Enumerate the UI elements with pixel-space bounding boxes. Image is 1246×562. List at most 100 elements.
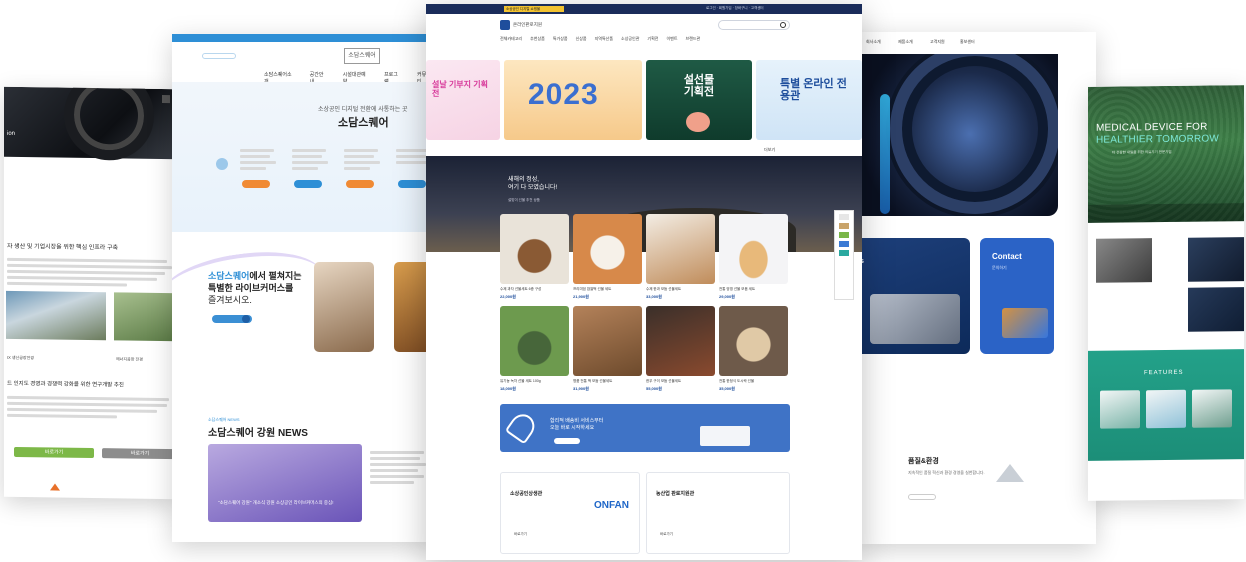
- news-image[interactable]: [208, 444, 362, 522]
- quick-side-menu[interactable]: [834, 210, 854, 300]
- gnb-item[interactable]: 지역특산품: [595, 36, 613, 42]
- hero-subtitle: 더 건강한 내일을 위한 의료기기 전문기업: [1112, 149, 1172, 155]
- tile-image[interactable]: [1188, 287, 1244, 332]
- nav-item[interactable]: 제품소개: [898, 39, 913, 45]
- contact-illustration: [1002, 308, 1048, 338]
- shop-box-right[interactable]: [646, 472, 790, 554]
- news-list: [370, 448, 430, 487]
- contact-card[interactable]: Contact 문의하기: [980, 238, 1054, 354]
- tile-image[interactable]: [1096, 238, 1152, 283]
- shop-box-left[interactable]: [500, 472, 640, 554]
- box-link[interactable]: 바로가기: [514, 532, 527, 537]
- apply-button[interactable]: [242, 180, 270, 188]
- live-card-image[interactable]: [314, 262, 374, 352]
- product-image[interactable]: [646, 306, 715, 376]
- gnb-item[interactable]: 이벤트: [666, 36, 677, 42]
- quality-text: 지속적인 품질 혁신과 환경 경영을 실천합니다.: [908, 470, 985, 475]
- product-image[interactable]: [573, 306, 642, 376]
- news-subtitle: 소담스퀘어 NEWS: [208, 417, 240, 422]
- banner-gift[interactable]: 설선물 기획전: [646, 60, 752, 140]
- promo-banner[interactable]: 합리적 배송비 서비스부터 오늘 바로 시작하세요: [500, 404, 790, 452]
- search-icon[interactable]: [780, 22, 786, 28]
- banner-seollal[interactable]: 설날 기부지 기획전: [426, 60, 500, 140]
- hero-title-line2: HEALTHIER TOMORROW: [1096, 133, 1220, 146]
- product-image[interactable]: [719, 214, 788, 284]
- feature-card[interactable]: [1100, 390, 1140, 429]
- onfan-logo: ONFAN: [594, 500, 629, 511]
- hero-night-sky: [426, 156, 862, 252]
- gnb-item[interactable]: 브랜드관: [686, 36, 701, 42]
- product-image[interactable]: [500, 214, 569, 284]
- apply-button[interactable]: [398, 180, 426, 188]
- rocket-icon: [504, 409, 540, 445]
- menu-icon[interactable]: [162, 94, 170, 104]
- banner-more-link[interactable]: 더보기: [764, 147, 775, 153]
- live-commerce-title: 소담스퀘어에서 펼쳐지는 특별한 라이브커머스를 즐겨보시오.: [208, 270, 318, 306]
- gnb-item[interactable]: 전체카테고리: [500, 36, 522, 42]
- apply-button[interactable]: [346, 180, 374, 188]
- section-title: 자 생산 및 기업시장을 위한 핵심 인프라 구축: [7, 243, 119, 252]
- banner-text: 특별 온라인 전용관: [780, 78, 847, 102]
- logo[interactable]: 소담스퀘어: [344, 48, 380, 64]
- arrow-up-icon[interactable]: [50, 483, 60, 491]
- product-image[interactable]: [500, 306, 569, 376]
- banner-online[interactable]: 특별 온라인 전용관: [756, 60, 862, 140]
- section-title: 드 인지도 경영과 경쟁력 강화를 위한 연구개발 추진: [7, 380, 124, 389]
- gnb-item[interactable]: 소상공인관: [621, 36, 639, 42]
- hero-name: ion: [7, 130, 16, 137]
- banner-2023[interactable]: 2023: [504, 60, 642, 140]
- mockup-automotive: 회사소개 제품소개 고객지원 홍보센터 s Contact 문의하기 품질&환경…: [860, 32, 1096, 544]
- product-caption: 명품 전통 떡 모둠 선물세트: [573, 379, 613, 383]
- slider-dot[interactable]: [216, 158, 228, 170]
- product-card[interactable]: s: [860, 238, 970, 354]
- banner-text: 2023: [528, 78, 599, 111]
- hero-subtitle: 소상공인 디지털 전환에 사통하는 곳: [318, 107, 408, 113]
- shop-logo[interactable]: 온라인판로지원: [500, 20, 542, 30]
- mountain-icon: [996, 464, 1024, 482]
- program-column: [240, 146, 282, 173]
- util-links[interactable]: 로그인 · 회원가입 · 장바구니 · 고객센터: [706, 6, 764, 11]
- section-paragraph: [7, 255, 172, 290]
- feature-card[interactable]: [1192, 389, 1232, 428]
- news-caption: "소담스퀘어 강원" 개소식 강원 소상공인 라이브커머스의 중심!: [218, 500, 334, 505]
- promo-text-line2: 오늘 바로 시작하세요: [550, 425, 595, 431]
- promo-text: 합리적 배송비 서비스부터 오늘 바로 시작하세요: [550, 418, 603, 432]
- util-badge[interactable]: 소상공인 디지털 쇼핑몰: [504, 6, 564, 12]
- gnb-item[interactable]: 기획전: [647, 36, 658, 42]
- live-commerce-title-brand: 소담스퀘어: [208, 271, 250, 281]
- hero-subtitle: 설맞이 선물 추천 상품: [508, 198, 540, 202]
- gray-button[interactable]: 바로가기: [102, 448, 178, 460]
- contact-subtitle: 문의하기: [992, 265, 1007, 270]
- nav-item[interactable]: 고객지원: [930, 39, 945, 45]
- promo-text-line1: 합리적 배송비 서비스부터: [550, 418, 604, 424]
- mockup-sodam-square: 소담스퀘어 소담스퀘어소개 공간안내 시설대관예약 프로그램 커뮤니티 소상공인…: [172, 34, 434, 542]
- arrow-right-icon[interactable]: [242, 315, 250, 323]
- green-button[interactable]: 바로가기: [14, 446, 94, 459]
- feature-card[interactable]: [1146, 389, 1186, 429]
- tile-image[interactable]: [1188, 237, 1244, 282]
- gnb-item[interactable]: 신상품: [576, 36, 587, 42]
- hero-nav-bar[interactable]: [1088, 203, 1244, 223]
- product-image[interactable]: [573, 214, 642, 284]
- nav-item[interactable]: 회사소개: [866, 39, 881, 45]
- top-pill[interactable]: [202, 53, 236, 59]
- box-title: 농산업 판로지원관: [656, 491, 695, 497]
- live-commerce-title-line3: 즐겨보시오.: [208, 295, 252, 305]
- box-link[interactable]: 바로가기: [660, 532, 673, 537]
- nav-item[interactable]: 홍보센터: [960, 39, 975, 45]
- promo-button[interactable]: [554, 438, 580, 444]
- gnb-item[interactable]: 추천상품: [530, 36, 545, 42]
- hero-banner: ion: [4, 86, 178, 161]
- product-price: 22,000원: [500, 294, 516, 299]
- product-caption: 전통 양갱 선물 모음 세트: [719, 287, 756, 291]
- apply-button[interactable]: [294, 180, 322, 188]
- product-image[interactable]: [719, 306, 788, 376]
- product-price: 55,000원: [646, 386, 662, 391]
- product-caption: 프리미엄 찹쌀떡 선물 세트: [573, 287, 612, 291]
- product-caption: 수제 한과 모둠 선물세트: [646, 287, 682, 291]
- gnb-item[interactable]: 특가상품: [553, 36, 568, 42]
- product-caption: 한우 구이 모둠 선물세트: [646, 379, 682, 383]
- product-image[interactable]: [646, 214, 715, 284]
- product-price: 33,000원: [646, 294, 662, 299]
- quality-button[interactable]: [908, 494, 936, 500]
